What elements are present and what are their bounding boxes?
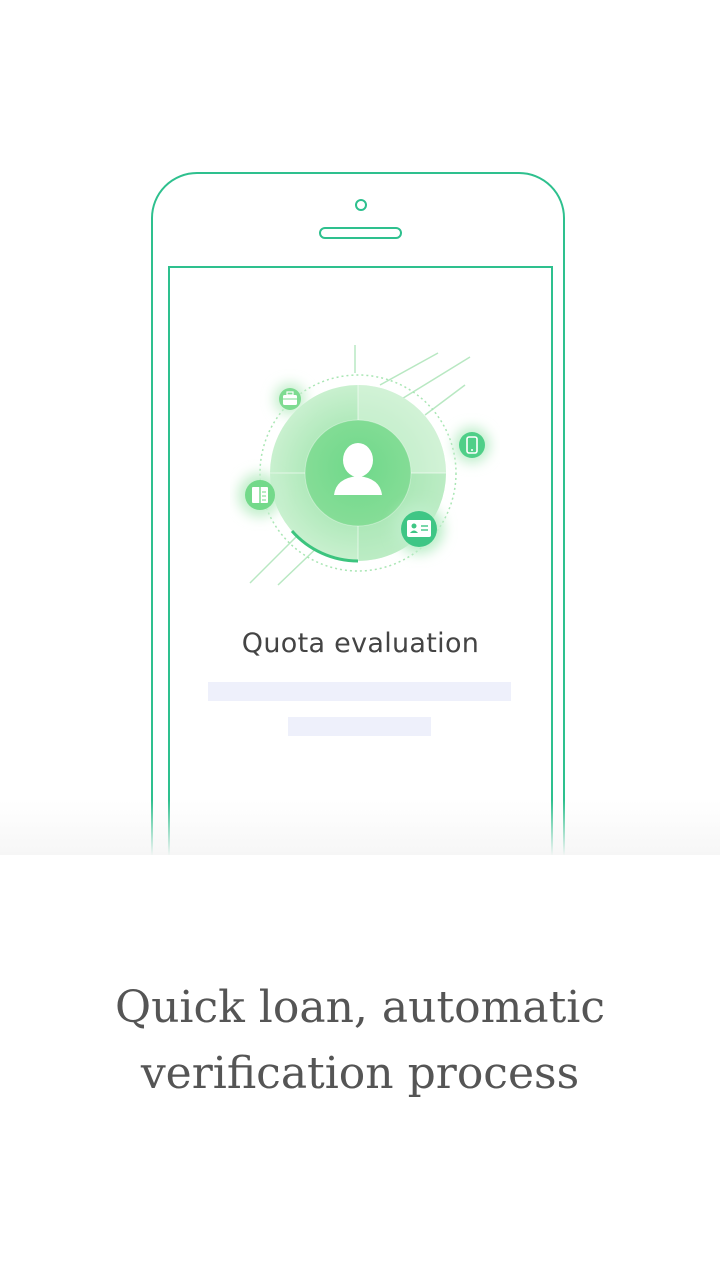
placeholder-line bbox=[208, 682, 511, 701]
onboarding-headline: Quick loan, automatic verification proce… bbox=[40, 975, 680, 1107]
briefcase-icon bbox=[274, 383, 306, 415]
screen-title: Quota evaluation bbox=[241, 628, 480, 659]
onboarding-page: Quota evaluation Quick loan, automatic v… bbox=[0, 0, 720, 1280]
speaker-slot bbox=[319, 227, 402, 239]
fade-overlay bbox=[0, 800, 720, 856]
mobile-phone-icon bbox=[454, 427, 490, 463]
camera-icon bbox=[355, 199, 367, 211]
book-icon bbox=[238, 473, 282, 517]
headline-line-2: verification process bbox=[140, 1048, 580, 1099]
placeholder-line-short bbox=[288, 717, 431, 736]
headline-line-1: Quick loan, automatic bbox=[115, 982, 605, 1033]
quota-evaluation-illustration bbox=[238, 345, 490, 586]
id-card-icon bbox=[394, 504, 444, 554]
